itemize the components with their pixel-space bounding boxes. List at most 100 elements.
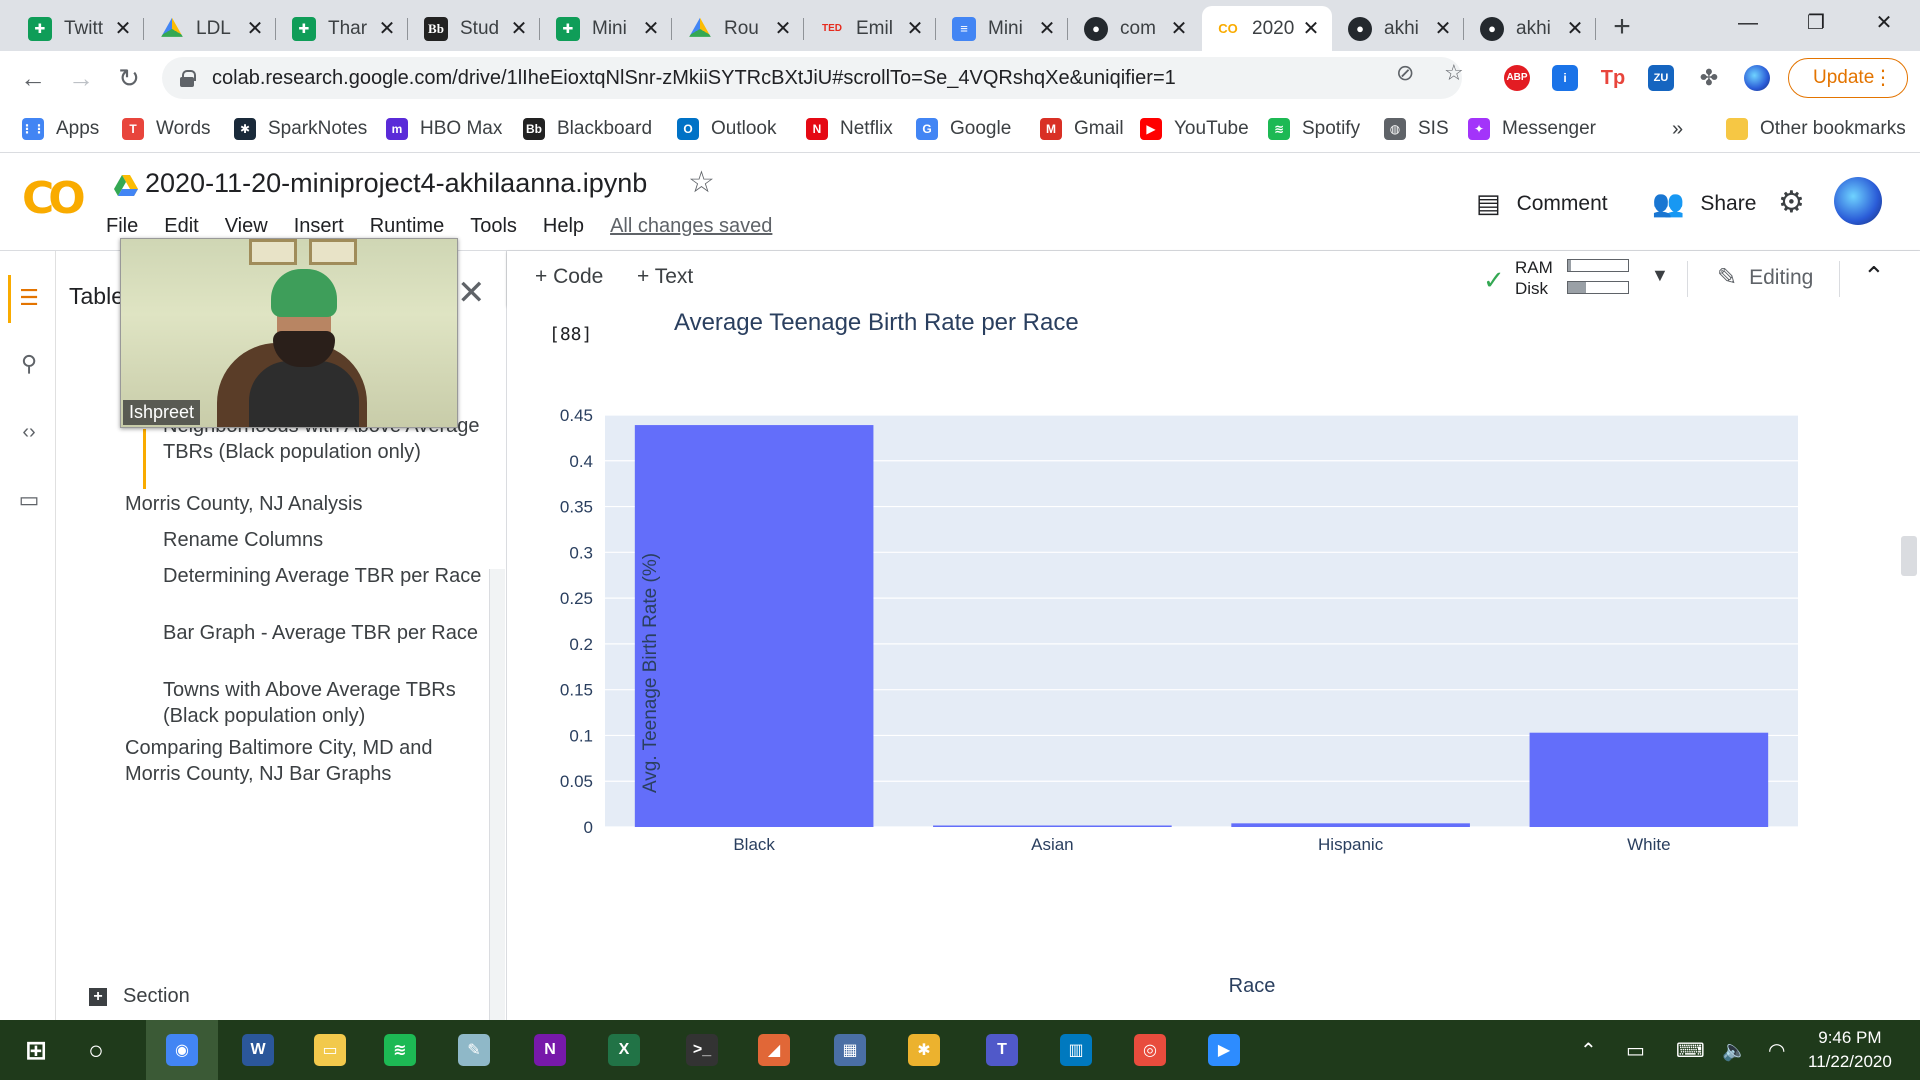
onenote-app[interactable]: N: [528, 1028, 572, 1072]
browser-tab[interactable]: Bb Stud ✕: [410, 6, 540, 51]
close-tab-icon[interactable]: ✕: [1564, 16, 1586, 41]
address-bar[interactable]: colab.research.google.com/drive/1lIheEio…: [162, 57, 1462, 99]
bookmark-words[interactable]: T Words: [122, 115, 211, 143]
bookmark-apps[interactable]: ⋮⋮ Apps: [21, 115, 99, 143]
reload-icon[interactable]: ↻: [112, 61, 146, 95]
restore-button[interactable]: ❐: [1792, 8, 1840, 38]
bar-black[interactable]: [634, 425, 874, 827]
notebook-title[interactable]: 2020-11-20-miniproject4-akhilaanna.ipynb: [145, 168, 647, 199]
bar-white[interactable]: [1529, 732, 1769, 827]
bookmarks-overflow[interactable]: »: [1672, 115, 1683, 143]
menu-edit[interactable]: Edit: [164, 215, 198, 238]
word-app[interactable]: W: [236, 1028, 280, 1072]
close-tab-icon[interactable]: ✕: [640, 16, 662, 41]
podcast-app[interactable]: ◎: [1128, 1028, 1172, 1072]
menu-insert[interactable]: Insert: [294, 215, 344, 238]
toc-item[interactable]: Comparing Baltimore City, MD and Morris …: [125, 735, 485, 787]
new-tab-button[interactable]: +: [1604, 10, 1640, 46]
browser-tab[interactable]: ● akhi ✕: [1334, 6, 1464, 51]
menu-view[interactable]: View: [225, 215, 268, 238]
close-tab-icon[interactable]: ✕: [1168, 16, 1190, 41]
comment-button[interactable]: ▤ Comment: [1476, 188, 1608, 219]
add-code-button[interactable]: + Code: [535, 265, 603, 289]
zu-extension-icon[interactable]: ZU: [1648, 65, 1674, 91]
info-extension-icon[interactable]: i: [1552, 65, 1578, 91]
close-tab-icon[interactable]: ✕: [1300, 16, 1322, 41]
gear-icon[interactable]: ⚙: [1778, 185, 1805, 220]
battery-icon[interactable]: ▭: [1626, 1038, 1645, 1063]
browser-tab[interactable]: ✚ Twitt ✕: [14, 6, 144, 51]
system-clock[interactable]: 9:46 PM 11/22/2020: [1808, 1026, 1892, 1074]
bookmark-hbo-max[interactable]: m HBO Max: [386, 115, 502, 143]
forward-icon[interactable]: →: [64, 61, 98, 95]
bookmark-gmail[interactable]: M Gmail: [1040, 115, 1124, 143]
chrome-app[interactable]: ◉: [160, 1028, 204, 1072]
browser-tab[interactable]: ● com ✕: [1070, 6, 1200, 51]
other-bookmarks[interactable]: Other bookmarks: [1726, 115, 1906, 143]
browser-tab[interactable]: Rou ✕: [674, 6, 804, 51]
folder-icon[interactable]: ▭: [16, 487, 42, 513]
save-status-link[interactable]: All changes saved: [610, 215, 772, 238]
menu-tools[interactable]: Tools: [470, 215, 517, 238]
page-scrollbar[interactable]: [1901, 536, 1917, 576]
close-tab-icon[interactable]: ✕: [1036, 16, 1058, 41]
bookmark-sparknotes[interactable]: ✱ SparkNotes: [234, 115, 367, 143]
chevron-down-icon[interactable]: ▼: [1651, 265, 1669, 286]
editing-mode-button[interactable]: ✎ Editing: [1717, 263, 1813, 292]
browser-tab[interactable]: TED Emil ✕: [806, 6, 936, 51]
bookmark-star-icon[interactable]: ☆: [1444, 60, 1464, 86]
trello-app[interactable]: ▥: [1054, 1028, 1098, 1072]
add-text-button[interactable]: + Text: [637, 265, 693, 289]
wifi-icon[interactable]: ◠: [1768, 1038, 1785, 1063]
resource-labels[interactable]: RAM Disk: [1515, 257, 1553, 299]
bookmark-sis[interactable]: ◍ SIS: [1384, 115, 1449, 143]
terminal-app[interactable]: >_: [680, 1028, 724, 1072]
toc-item[interactable]: Morris County, NJ Analysis: [125, 491, 485, 517]
matlab-app[interactable]: ◢: [752, 1028, 796, 1072]
teams-app[interactable]: T: [980, 1028, 1024, 1072]
calculator-app[interactable]: ▦: [828, 1028, 872, 1072]
disk-meter[interactable]: [1567, 281, 1629, 294]
start-button[interactable]: ⊞: [14, 1028, 58, 1072]
menu-file[interactable]: File: [106, 215, 138, 238]
browser-tab[interactable]: ✚ Thar ✕: [278, 6, 408, 51]
close-tab-icon[interactable]: ✕: [508, 16, 530, 41]
excel-app[interactable]: X: [602, 1028, 646, 1072]
add-section-button[interactable]: + Section: [89, 985, 190, 1008]
browser-tab[interactable]: ✚ Mini ✕: [542, 6, 672, 51]
chevron-up-icon[interactable]: ⌃: [1863, 261, 1885, 292]
close-tab-icon[interactable]: ✕: [904, 16, 926, 41]
share-button[interactable]: 👥 Share: [1652, 188, 1756, 219]
bookmark-youtube[interactable]: ▶ YouTube: [1140, 115, 1249, 143]
toc-item[interactable]: Determining Average TBR per Race: [163, 563, 483, 589]
toc-item[interactable]: Towns with Above Average TBRs (Black pop…: [163, 677, 483, 729]
spotify-app[interactable]: ≋: [378, 1028, 422, 1072]
menu-help[interactable]: Help: [543, 215, 584, 238]
bar-hispanic[interactable]: [1231, 823, 1470, 827]
close-tab-icon[interactable]: ✕: [244, 16, 266, 41]
bookmark-netflix[interactable]: N Netflix: [806, 115, 893, 143]
code-snippets-icon[interactable]: ‹›: [16, 421, 42, 447]
table-of-contents-icon[interactable]: ☰: [16, 285, 42, 311]
close-icon[interactable]: ✕: [457, 273, 486, 313]
browser-tab[interactable]: LDL ✕: [146, 6, 276, 51]
profile-avatar[interactable]: [1744, 65, 1770, 91]
bookmark-blackboard[interactable]: Bb Blackboard: [523, 115, 652, 143]
bookmark-outlook[interactable]: O Outlook: [677, 115, 776, 143]
bookmark-spotify[interactable]: ≋ Spotify: [1268, 115, 1360, 143]
close-window-button[interactable]: ✕: [1860, 8, 1908, 38]
browser-tab[interactable]: ● akhi ✕: [1466, 6, 1596, 51]
colab-logo[interactable]: CO: [22, 173, 86, 224]
ram-meter[interactable]: [1567, 259, 1629, 272]
menu-runtime[interactable]: Runtime: [370, 215, 444, 238]
toc-item[interactable]: Bar Graph - Average TBR per Race: [163, 620, 483, 646]
file-explorer-app[interactable]: ▭: [308, 1028, 352, 1072]
search-icon[interactable]: ⚲: [16, 351, 42, 377]
toc-scrollbar[interactable]: [489, 569, 505, 1020]
browser-tab[interactable]: CO 2020 ✕: [1202, 6, 1332, 51]
browser-tab[interactable]: ≡ Mini ✕: [938, 6, 1068, 51]
ime-icon[interactable]: ⌨: [1676, 1038, 1705, 1063]
bookmark-google[interactable]: G Google: [916, 115, 1011, 143]
volume-icon[interactable]: 🔈: [1722, 1038, 1747, 1063]
bookmark-messenger[interactable]: ✦ Messenger: [1468, 115, 1596, 143]
